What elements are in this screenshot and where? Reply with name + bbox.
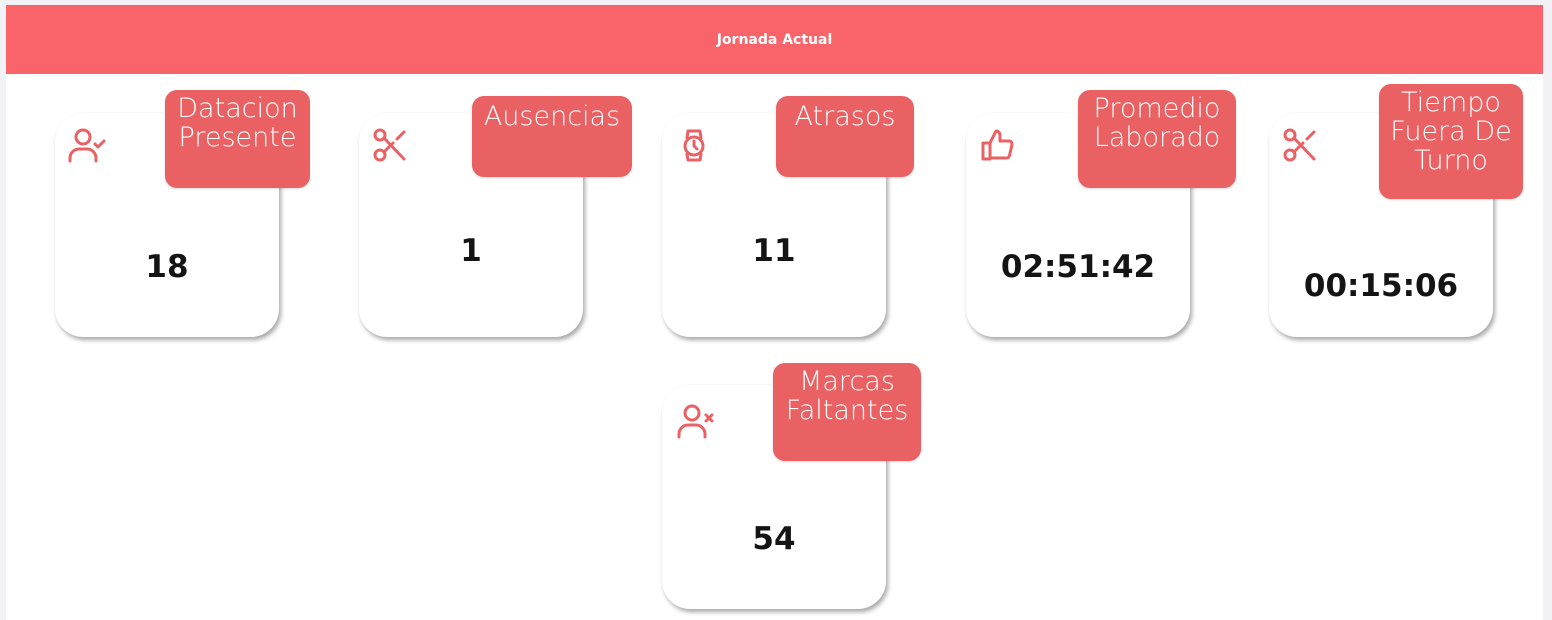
scissors-icon (1281, 125, 1321, 165)
card-title-tag: Atrasos (776, 96, 914, 177)
card-title-tag: Ausencias (472, 96, 632, 177)
card-value: 18 (145, 249, 189, 285)
card-value: 00:15:06 (1303, 268, 1459, 304)
scissors-icon (371, 125, 411, 165)
card-title-tag: Promedio Laborado (1078, 90, 1236, 188)
card-value: 1 (460, 233, 482, 269)
watch-icon (674, 125, 714, 165)
header-title: Jornada Actual (716, 31, 833, 48)
card-value: 54 (752, 521, 796, 557)
card-value: 02:51:42 (1000, 249, 1156, 285)
user-x-icon (676, 401, 716, 441)
card-title-tag: Tiempo Fuera De Turno (1379, 84, 1523, 199)
card-title-tag: Marcas Faltantes (773, 363, 921, 461)
card-value: 11 (752, 233, 796, 269)
thumbs-up-icon (978, 125, 1018, 165)
header-bar: Jornada Actual (6, 5, 1543, 74)
user-check-icon (67, 125, 107, 165)
card-title-tag: Datacion Presente (165, 90, 310, 188)
dashboard-panel: Jornada Actual 18 Datacion Presente 1 Aus… (6, 5, 1543, 620)
